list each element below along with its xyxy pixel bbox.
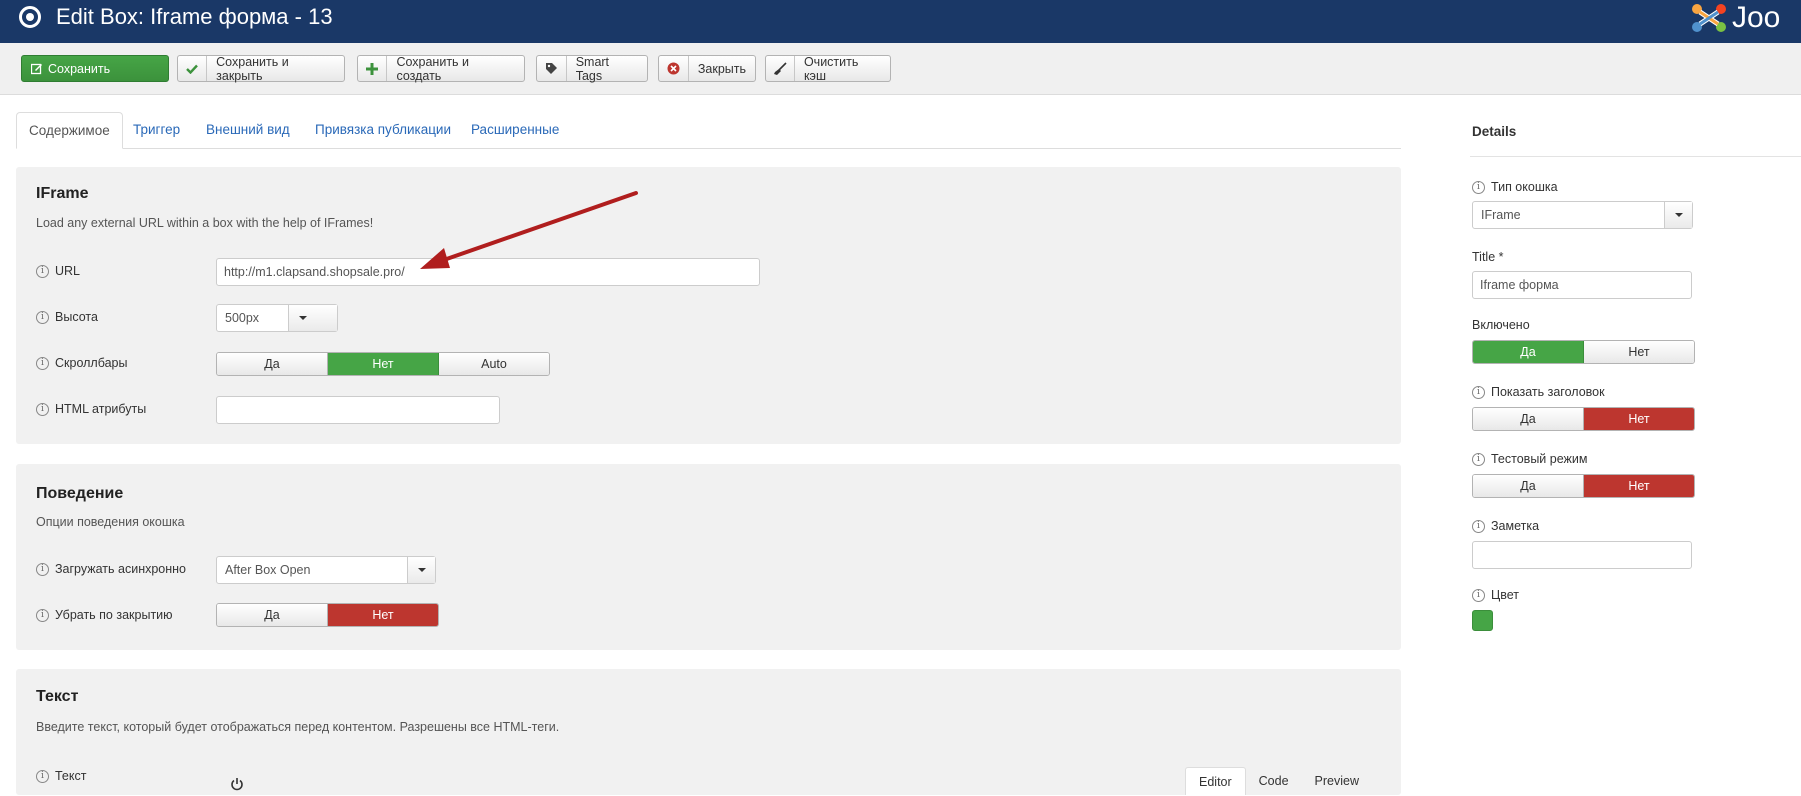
power-icon[interactable]: [230, 777, 244, 791]
html-attributes-input[interactable]: [216, 396, 500, 424]
iframe-panel: IFrame Load any external URL within a bo…: [16, 167, 1401, 444]
remove-on-close-no[interactable]: Нет: [328, 604, 438, 626]
scrollbars-label: i Скроллбары: [36, 356, 127, 370]
title-label: Title *: [1472, 250, 1504, 264]
text-panel-description: Введите текст, который будет отображатьс…: [36, 720, 560, 734]
height-select[interactable]: 500px: [216, 304, 338, 332]
box-type-label: i Тип окошка: [1472, 180, 1558, 194]
top-header: Edit Box: Iframe форма - 13 Joo: [0, 0, 1801, 43]
test-mode-no[interactable]: Нет: [1584, 475, 1694, 497]
joomla-mark-icon: [1692, 4, 1726, 32]
tab-trigger[interactable]: Триггер: [133, 112, 180, 149]
enabled-no[interactable]: Нет: [1584, 341, 1694, 363]
editor-tab-editor[interactable]: Editor: [1185, 767, 1246, 795]
enabled-yes[interactable]: Да: [1473, 341, 1584, 363]
behavior-panel-title: Поведение: [36, 485, 124, 502]
test-mode-label: i Тестовый режим: [1472, 452, 1587, 466]
height-label: i Высота: [36, 310, 98, 324]
info-icon: i: [1472, 588, 1485, 602]
color-label: i Цвет: [1472, 588, 1519, 602]
joomla-brand-text: Joo: [1732, 1, 1781, 34]
note-input[interactable]: [1472, 541, 1692, 569]
show-title-toggle: Да Нет: [1472, 407, 1695, 431]
save-label: Сохранить: [48, 61, 111, 76]
details-title: Details: [1472, 124, 1517, 139]
check-icon: [178, 56, 208, 81]
save-close-label: Сохранить и закрыть: [216, 54, 289, 83]
html-attributes-label: i HTML атрибуты: [36, 402, 146, 416]
iframe-panel-title: IFrame: [36, 185, 89, 202]
behavior-panel-description: Опции поведения окошка: [36, 515, 185, 529]
scrollbars-yes[interactable]: Да: [217, 353, 328, 375]
title-input[interactable]: Iframe форма: [1472, 271, 1692, 299]
remove-on-close-yes[interactable]: Да: [217, 604, 328, 626]
info-icon: i: [36, 356, 49, 370]
tab-content[interactable]: Содержимое: [16, 112, 123, 149]
info-icon: i: [36, 608, 49, 622]
editor-tab-code[interactable]: Code: [1246, 767, 1302, 795]
remove-on-close-toggle: Да Нет: [216, 603, 439, 627]
tab-appearance[interactable]: Внешний вид: [206, 112, 290, 149]
toolbar: Сохранить Сохранить и закрыть Сохранить …: [0, 43, 1801, 95]
color-swatch[interactable]: [1472, 610, 1493, 631]
close-button[interactable]: Закрыть: [658, 55, 756, 82]
tab-publishing-assignment[interactable]: Привязка публикации: [315, 112, 451, 149]
info-icon: i: [1472, 180, 1485, 194]
scrollbars-no[interactable]: Нет: [328, 353, 439, 375]
smart-tags-label: Smart Tags: [575, 54, 610, 83]
url-label: i URL: [36, 264, 80, 278]
close-circle-icon: [659, 56, 689, 81]
remove-on-close-label: i Убрать по закрытию: [36, 608, 173, 622]
info-icon: i: [36, 264, 49, 278]
target-icon: [19, 6, 41, 28]
tab-advanced[interactable]: Расширенные: [471, 112, 559, 149]
text-panel-title: Текст: [36, 688, 79, 705]
clear-cache-label: Очистить кэш: [803, 54, 859, 83]
annotation-arrow: [420, 191, 638, 269]
async-load-select[interactable]: After Box Open: [216, 556, 436, 584]
text-label: i Текст: [36, 769, 86, 783]
iframe-panel-description: Load any external URL within a box with …: [36, 216, 374, 230]
details-divider: [1470, 156, 1801, 157]
smart-tags-button[interactable]: Smart Tags: [536, 54, 648, 83]
save-new-button[interactable]: Сохранить и создать: [357, 54, 525, 83]
chevron-down-icon[interactable]: [407, 557, 435, 583]
test-mode-yes[interactable]: Да: [1473, 475, 1584, 497]
enabled-label: Включено: [1472, 318, 1530, 332]
scrollbars-auto[interactable]: Auto: [439, 353, 549, 375]
editor-tab-preview[interactable]: Preview: [1302, 767, 1372, 795]
info-icon: i: [36, 562, 49, 576]
info-icon: i: [36, 310, 49, 324]
close-label: Закрыть: [697, 61, 746, 76]
show-title-yes[interactable]: Да: [1473, 408, 1584, 430]
scrollbars-toggle: Да Нет Auto: [216, 352, 550, 376]
show-title-no[interactable]: Нет: [1584, 408, 1694, 430]
save-close-button[interactable]: Сохранить и закрыть: [177, 54, 345, 83]
behavior-panel: Поведение Опции поведения окошка i Загру…: [16, 464, 1401, 650]
tab-bar: Содержимое Триггер Внешний вид Привязка …: [16, 112, 1401, 149]
plus-icon: [358, 56, 388, 81]
show-title-label: i Показать заголовок: [1472, 385, 1605, 399]
clear-cache-button[interactable]: Очистить кэш: [765, 54, 891, 83]
chevron-down-icon[interactable]: [1664, 202, 1692, 228]
note-label: i Заметка: [1472, 519, 1539, 533]
info-icon: i: [1472, 452, 1485, 466]
save-button[interactable]: Сохранить: [21, 55, 169, 82]
info-icon: i: [36, 402, 49, 416]
broom-icon: [766, 56, 795, 81]
info-icon: i: [36, 769, 49, 783]
async-load-label: i Загружать асинхронно: [36, 562, 186, 576]
box-type-select[interactable]: IFrame: [1472, 201, 1693, 229]
test-mode-toggle: Да Нет: [1472, 474, 1695, 498]
enabled-toggle: Да Нет: [1472, 340, 1695, 364]
edit-icon: [22, 56, 46, 81]
page-title: Edit Box: Iframe форма - 13: [56, 4, 333, 29]
save-new-label: Сохранить и создать: [396, 54, 470, 83]
info-icon: i: [1472, 519, 1485, 533]
tag-icon: [537, 56, 567, 81]
info-icon: i: [1472, 385, 1485, 399]
editor-tabs: Editor Code Preview: [1185, 767, 1372, 795]
chevron-down-icon[interactable]: [288, 305, 337, 331]
